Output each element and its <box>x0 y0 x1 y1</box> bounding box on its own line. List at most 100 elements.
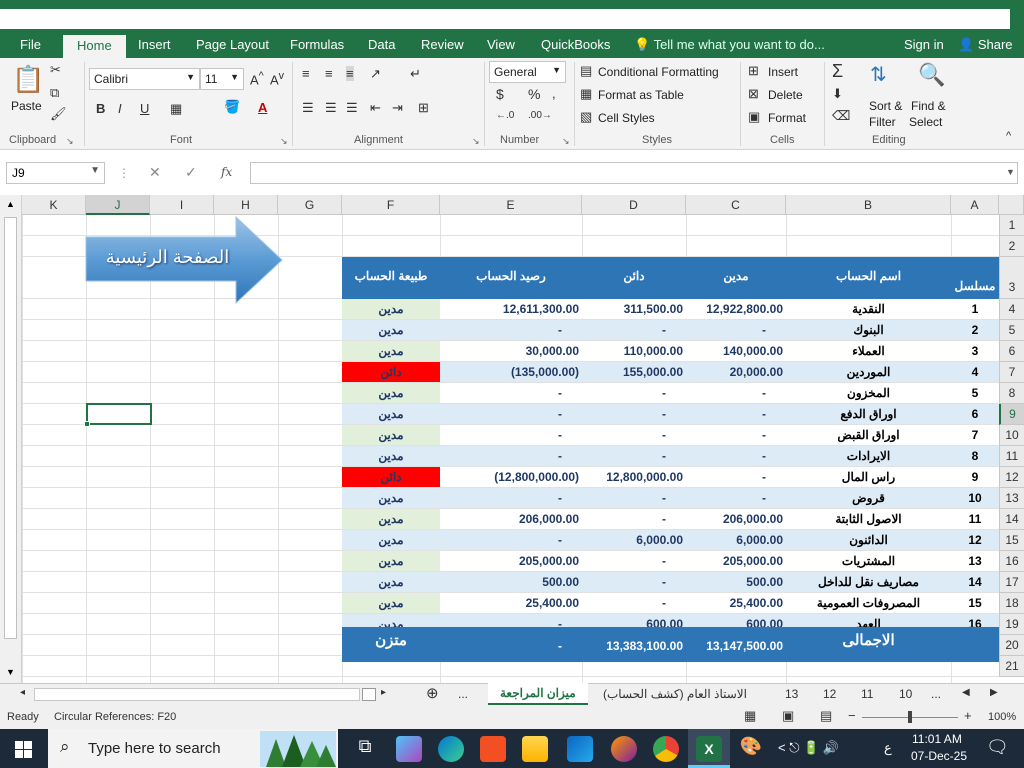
edge-icon[interactable] <box>438 736 464 762</box>
table-cell[interactable]: - <box>582 572 686 592</box>
scroll-thumb[interactable] <box>4 217 17 639</box>
horizontal-scrollbar[interactable] <box>34 688 360 701</box>
table-cell[interactable]: - <box>582 551 686 571</box>
scroll-up-icon[interactable]: ▲ <box>6 199 15 209</box>
table-header-cell[interactable]: طبيعة الحساب <box>342 269 440 283</box>
account-nature-cell[interactable]: مدين <box>342 299 440 319</box>
worksheet-grid[interactable]: ▲ ▼ ABCDEFGHIJK 1 2 3 4 5 6 7 8 9 10 11 12 13 14 15 16 1… <box>0 195 1024 683</box>
alignment-launcher-icon[interactable]: ↘ <box>472 136 480 147</box>
formula-input[interactable] <box>250 162 1018 184</box>
expand-formula-icon[interactable]: ▼ <box>1006 167 1015 177</box>
zoom-slider-thumb[interactable] <box>908 711 912 723</box>
fill-icon[interactable]: ⬇ <box>832 86 843 102</box>
orientation-icon[interactable]: ↗ <box>370 66 381 82</box>
account-name-cell[interactable]: مصاريف نقل للداخل <box>786 572 951 592</box>
increase-indent-icon[interactable]: ⇥ <box>392 100 403 116</box>
paint-icon[interactable]: 🎨 <box>738 736 764 762</box>
table-cell[interactable]: 12,922,800.00 <box>686 299 786 319</box>
next-sheet-icon[interactable]: ▶ <box>990 687 998 698</box>
table-cell[interactable]: - <box>440 425 582 445</box>
account-name-cell[interactable]: اوراق الدفع <box>786 404 951 424</box>
table-header-cell[interactable]: رصيد الحساب <box>440 269 582 283</box>
notifications-icon[interactable]: 🗨 <box>986 737 1009 758</box>
account-name-cell[interactable]: قروض <box>786 488 951 508</box>
table-cell[interactable]: 311,500.00 <box>582 299 686 319</box>
align-bottom-icon[interactable]: ≡ <box>346 66 354 81</box>
file-explorer-icon[interactable] <box>522 736 548 762</box>
align-middle-icon[interactable]: ≡ <box>325 66 333 81</box>
scroll-thumb[interactable] <box>362 688 376 701</box>
clear-icon[interactable]: ⌫ <box>832 108 850 124</box>
row-header-4[interactable]: 4 <box>999 299 1024 320</box>
table-cell[interactable]: - <box>582 425 686 445</box>
decrease-decimal-icon[interactable]: .00→ <box>528 110 552 121</box>
conditional-formatting-button[interactable]: Conditional Formatting <box>598 65 719 79</box>
table-header-cell[interactable]: مسلسل <box>951 279 999 293</box>
row-header-10[interactable]: 10 <box>999 425 1024 446</box>
table-cell[interactable]: 13 <box>951 551 999 571</box>
column-header-f[interactable]: F <box>342 195 440 215</box>
account-name-cell[interactable]: المشتريات <box>786 551 951 571</box>
language-indicator[interactable]: ع <box>884 740 892 756</box>
tab-quickbooks[interactable]: QuickBooks <box>541 37 610 52</box>
account-name-cell[interactable]: البنوك <box>786 320 951 340</box>
table-header-cell[interactable]: دائن <box>582 269 686 283</box>
column-header-k[interactable]: K <box>22 195 86 215</box>
table-cell[interactable]: 11 <box>951 509 999 529</box>
paste-button[interactable]: Paste <box>11 99 42 113</box>
tray-icons[interactable]: < ⎋ 🔋 🔊 <box>778 740 839 756</box>
number-launcher-icon[interactable]: ↘ <box>562 136 570 147</box>
underline-button[interactable]: U <box>140 101 149 116</box>
row-header-5[interactable]: 5 <box>999 320 1024 341</box>
tell-me-box[interactable]: 💡 Tell me what you want to do... <box>634 37 825 53</box>
collapse-ribbon-icon[interactable]: ^ <box>1006 130 1011 142</box>
zoom-level[interactable]: 100% <box>988 711 1016 723</box>
copy-icon[interactable]: ⧉ <box>50 85 59 101</box>
comma-style-icon[interactable]: , <box>552 86 556 101</box>
increase-font-icon[interactable]: A^ <box>250 70 264 87</box>
account-nature-cell[interactable]: مدين <box>342 320 440 340</box>
select-all-corner[interactable] <box>999 195 1024 215</box>
account-nature-cell[interactable]: مدين <box>342 593 440 613</box>
total-credit[interactable]: 13,383,100.00 <box>582 639 686 653</box>
table-cell[interactable]: 1 <box>951 299 999 319</box>
account-nature-cell[interactable]: مدين <box>342 404 440 424</box>
cancel-icon[interactable]: ✕ <box>149 164 161 181</box>
account-nature-cell[interactable]: دائن <box>342 467 440 487</box>
outlook-icon[interactable] <box>567 736 593 762</box>
delete-button[interactable]: Delete <box>768 88 803 102</box>
account-name-cell[interactable]: راس المال <box>786 467 951 487</box>
table-cell[interactable]: 205,000.00 <box>440 551 582 571</box>
sheet-tab-general-ledger[interactable]: الاستاذ العام (كشف الحساب) <box>603 687 747 701</box>
table-cell[interactable]: - <box>582 509 686 529</box>
row-header-3[interactable]: 3 <box>999 257 1024 299</box>
table-cell[interactable]: - <box>440 530 582 550</box>
normal-view-icon[interactable]: ▦ <box>744 708 756 724</box>
table-header-cell[interactable]: مدين <box>686 269 786 283</box>
increase-decimal-icon[interactable]: ←.0 <box>496 110 514 121</box>
row-header-8[interactable]: 8 <box>999 383 1024 404</box>
table-cell[interactable]: 206,000.00 <box>686 509 786 529</box>
table-cell[interactable]: 6 <box>951 404 999 424</box>
new-sheet-icon[interactable]: ⊕ <box>426 684 439 702</box>
table-cell[interactable]: - <box>582 383 686 403</box>
sheet-tab-more[interactable]: ... <box>931 687 941 701</box>
row-header-12[interactable]: 12 <box>999 467 1024 488</box>
table-cell[interactable]: 110,000.00 <box>582 341 686 361</box>
clock-time[interactable]: 11:01 AM <box>912 732 962 746</box>
table-cell[interactable]: 12,800,000.00 <box>582 467 686 487</box>
tab-review[interactable]: Review <box>421 37 464 52</box>
row-header-17[interactable]: 17 <box>999 572 1024 593</box>
hscroll-left-icon[interactable]: ◂ <box>20 687 25 698</box>
table-cell[interactable]: 205,000.00 <box>686 551 786 571</box>
table-cell[interactable]: - <box>440 404 582 424</box>
cell-styles-button[interactable]: Cell Styles <box>598 111 655 125</box>
number-format-select[interactable]: General ▼ <box>489 61 566 83</box>
row-header-18[interactable]: 18 <box>999 593 1024 614</box>
table-cell[interactable]: 5 <box>951 383 999 403</box>
autosum-icon[interactable]: Σ <box>832 61 843 82</box>
task-view-icon[interactable]: ⧉ <box>352 736 378 762</box>
account-name-cell[interactable]: المخزون <box>786 383 951 403</box>
clock-date[interactable]: 07-Dec-25 <box>911 749 967 763</box>
table-cell[interactable]: 155,000.00 <box>582 362 686 382</box>
